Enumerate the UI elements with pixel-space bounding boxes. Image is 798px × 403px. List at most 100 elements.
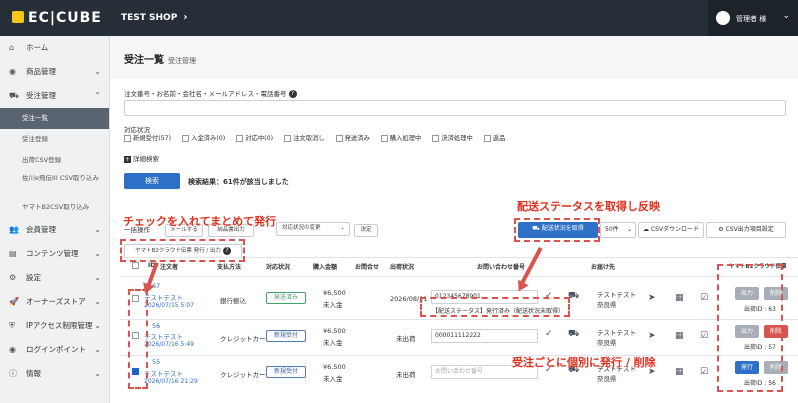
status-checkbox[interactable]: 対応中(0) <box>236 134 274 142</box>
decide-button[interactable]: 決定 <box>354 224 378 237</box>
search-input[interactable] <box>124 100 786 116</box>
search-button[interactable]: 検索 <box>124 173 180 189</box>
file-icon: ▤ <box>9 249 17 258</box>
col-header-shipping[interactable]: 出荷状況 <box>390 262 414 271</box>
annotation-box-tracking <box>420 297 570 317</box>
annotation-box-checkboxes <box>128 289 148 389</box>
check-icon[interactable]: ✓ <box>545 329 553 339</box>
sidebar-item-settings[interactable]: ⚙ 設定 ⌄ <box>0 266 109 290</box>
logo-text: EC|CUBE <box>28 10 102 26</box>
sidebar-item-owners-store[interactable]: 🚀 オーナーズストア ⌄ <box>0 290 109 314</box>
status-checkbox[interactable]: 発送済み <box>335 134 370 142</box>
checklist-icon[interactable]: ☑ <box>700 293 708 303</box>
sidebar-item-home[interactable]: ⌂ ホーム <box>0 36 109 60</box>
shop-name-link[interactable]: TEST SHOP › <box>121 12 187 23</box>
plus-icon: + <box>124 156 131 163</box>
truck-icon[interactable]: ⛟ <box>568 329 579 340</box>
checkbox-icon <box>432 134 440 142</box>
annotation-box-fetch <box>514 218 600 242</box>
sidebar-item-contents[interactable]: ▤ コンテンツ管理 ⌄ <box>0 242 109 266</box>
checkbox-icon <box>182 134 190 142</box>
customer-link[interactable]: テストテスト <box>144 368 183 378</box>
col-header-customer[interactable]: 注文者 <box>160 262 178 271</box>
ship-date: 未出荷 <box>396 335 416 343</box>
search-result-text: 検索結果：61件が該当しました <box>188 178 289 186</box>
status-label: 入金済み(0) <box>191 135 226 142</box>
status-badge: 発送済み <box>266 292 306 304</box>
csv-download-label: CSVダウンロード <box>650 226 700 233</box>
status-checkbox[interactable]: 新規受付(57) <box>124 134 172 142</box>
payment-status: 未入金 <box>323 339 343 347</box>
send-icon[interactable]: ➤ <box>648 331 656 341</box>
page-title-text: 受注一覧 <box>124 55 164 66</box>
sidebar-sub-order-register[interactable]: 受注登録 <box>0 129 109 150</box>
chevron-down-icon: ⌄ <box>94 345 101 354</box>
order-amount: ¥6,500 <box>323 363 346 371</box>
status-label: 対応中(0) <box>245 135 274 142</box>
sidebar-item-info[interactable]: ⓘ 情報 ⌄ <box>0 362 109 386</box>
advanced-search-label: 詳細検索 <box>133 155 159 163</box>
table-icon[interactable]: ▦ <box>675 293 684 303</box>
status-checkbox[interactable]: 決済処理中 <box>432 134 473 142</box>
sidebar-item-login-point[interactable]: ◉ ログインポイント ⌄ <box>0 338 109 362</box>
status-checkbox[interactable]: 返品 <box>483 134 505 142</box>
csv-download-button[interactable]: ☁ CSVダウンロード <box>638 222 704 238</box>
sidebar-item-orders[interactable]: ⛟ 受注管理 ⌃ <box>0 84 109 108</box>
shield-icon: ⛨ <box>9 321 15 330</box>
customer-link[interactable]: テストテスト <box>144 331 183 341</box>
recipient-name: テストテスト <box>597 329 636 337</box>
table-icon[interactable]: ▦ <box>675 367 684 377</box>
sidebar-item-ip-access[interactable]: ⛨ IPアクセス制限管理 ⌄ <box>0 314 109 338</box>
tracking-number-input[interactable]: 000011112222 <box>431 329 538 343</box>
table-icon[interactable]: ▦ <box>675 331 684 341</box>
help-icon[interactable]: ? <box>288 90 297 98</box>
point-icon: ◉ <box>9 345 16 354</box>
sidebar-sub-sagawa-csv[interactable]: 佐川e飛伝III CSV取り込み <box>0 171 109 197</box>
checklist-icon[interactable]: ☑ <box>700 367 708 377</box>
cloud-download-icon: ☁ <box>642 226 651 233</box>
rocket-icon: 🚀 <box>9 297 19 306</box>
sidebar-item-label: コンテンツ管理 <box>26 249 79 258</box>
status-checkbox[interactable]: 注文取消し <box>284 134 325 142</box>
status-filter: 新規受付(57) 入金済み(0) 対応中(0) 注文取消し 発送済み 購入処理中… <box>124 133 514 142</box>
col-header-tracking: お問い合わせ番号 <box>477 264 526 271</box>
col-header-amount[interactable]: 購入金額 <box>313 262 337 271</box>
annotation-fetch: 配送ステータスを取得し反映 <box>517 200 660 213</box>
sidebar-item-products[interactable]: ◉ 商品管理 ⌄ <box>0 60 109 84</box>
status-badge: 新規受付 <box>266 366 306 378</box>
checklist-icon[interactable]: ☑ <box>700 331 708 341</box>
annotation-box-yamato <box>717 264 783 392</box>
sidebar-sub-order-list[interactable]: 受注一覧 <box>0 108 109 129</box>
sidebar-sub-shipping-csv[interactable]: 出荷CSV登録 <box>0 150 109 171</box>
table-divider <box>120 319 798 320</box>
order-id-link[interactable]: 56 <box>152 322 160 330</box>
status-checkbox[interactable]: 入金済み(0) <box>182 134 226 142</box>
annotation-bulk: チェックを入れてまとめて発行 <box>123 215 277 228</box>
chevron-down-icon: ⌄ <box>94 369 101 378</box>
recipient-pref: 奈良県 <box>597 301 617 309</box>
status-label: 新規受付(57) <box>133 135 172 142</box>
chevron-down-icon: ⌄ <box>94 321 101 330</box>
sidebar-item-members[interactable]: 👥 会員管理 ⌄ <box>0 218 109 242</box>
col-header-status[interactable]: 対応状況 <box>266 262 290 271</box>
sidebar-sub-yamato-csv[interactable]: ヤマトB2CSV取り込み <box>0 197 109 218</box>
status-checkbox[interactable]: 購入処理中 <box>380 134 421 142</box>
page-title: 受注一覧 受注管理 <box>124 51 196 66</box>
user-menu[interactable]: 管理者 様 ⌄ <box>708 0 798 36</box>
per-page-select[interactable]: 50件 ⌄ <box>600 222 636 238</box>
select-all-checkbox[interactable] <box>132 262 139 269</box>
per-page-value: 50件 <box>605 226 619 233</box>
ec-cube-logo[interactable]: EC|CUBE <box>12 10 102 26</box>
csv-settings-button[interactable]: ⚙ CSV出力項目設定 <box>706 222 786 238</box>
table-divider <box>120 355 798 356</box>
order-id-link[interactable]: 55 <box>152 358 160 366</box>
avatar-icon <box>716 11 730 25</box>
send-icon[interactable]: ➤ <box>648 293 656 303</box>
sidebar-item-label: IPアクセス制限管理 <box>26 321 93 330</box>
cart-icon: ⛟ <box>9 91 20 100</box>
info-icon: ⓘ <box>9 369 17 378</box>
advanced-search-toggle[interactable]: + 詳細検索 <box>124 153 159 163</box>
status-change-select[interactable]: 対応状況の変更 ⌄ <box>276 222 350 236</box>
checkbox-icon <box>236 134 244 142</box>
home-icon: ⌂ <box>9 43 15 52</box>
